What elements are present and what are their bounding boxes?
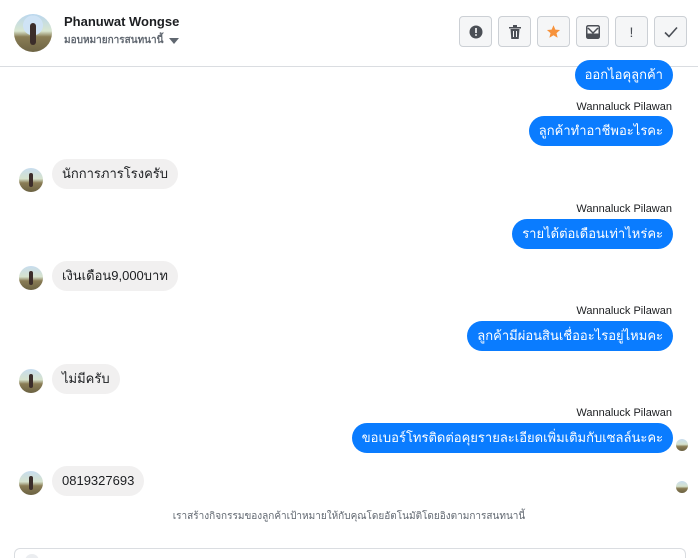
message-sender-name: Wannaluck Pilawan: [576, 407, 672, 419]
seen-avatar-icon: [676, 439, 688, 451]
seen-avatar-icon: [676, 481, 688, 493]
incoming-message[interactable]: เงินเดือน9,000บาท: [52, 261, 178, 291]
caret-down-icon: [169, 37, 180, 44]
conversation-header: Phanuwat Wongse มอบหมายการสนทนานี้ !: [0, 0, 698, 67]
outgoing-message[interactable]: ลูกค้ามีผ่อนสินเชื่ออะไรอยู่ไหมคะ: [467, 321, 673, 351]
contact-avatar: [19, 471, 43, 495]
archive-icon: [585, 24, 600, 39]
lead-activity-notice: เราสร้างกิจกรรมของลูกค้าเป้าหมายให้กับคุ…: [172, 511, 526, 522]
assign-conversation-dropdown[interactable]: มอบหมายการสนทนานี้: [64, 33, 180, 48]
contact-avatar[interactable]: [14, 14, 52, 52]
composer-avatar: [25, 554, 39, 558]
contact-avatar: [19, 168, 43, 192]
contact-name[interactable]: Phanuwat Wongse: [64, 14, 179, 29]
incoming-message[interactable]: ไม่มีครับ: [52, 364, 120, 394]
star-button[interactable]: [537, 16, 570, 47]
outgoing-message[interactable]: รายได้ต่อเดือนเท่าไหร่คะ: [512, 219, 673, 249]
contact-avatar: [19, 266, 43, 290]
exclamation-icon: !: [629, 23, 634, 40]
mark-done-button[interactable]: [654, 16, 687, 47]
incoming-message[interactable]: 0819327693: [52, 466, 145, 496]
spam-button[interactable]: [459, 16, 492, 47]
alert-circle-icon: [469, 25, 483, 39]
message-thread[interactable]: ออกไอคุลูกค้า Wannaluck Pilawan ลูกค้าทำ…: [0, 60, 698, 548]
incoming-message[interactable]: นักการภารโรงครับ: [52, 159, 179, 189]
mark-important-button[interactable]: !: [615, 16, 648, 47]
archive-button[interactable]: [576, 16, 609, 47]
message-sender-name: Wannaluck Pilawan: [576, 203, 672, 215]
outgoing-message[interactable]: ออกไอคุลูกค้า: [574, 60, 673, 90]
trash-icon: [508, 24, 521, 39]
contact-avatar: [19, 369, 43, 393]
star-icon: [546, 24, 561, 39]
outgoing-message[interactable]: ลูกค้าทำอาชีพอะไรคะ: [528, 116, 673, 146]
assign-conversation-label: มอบหมายการสนทนานี้: [64, 35, 164, 46]
delete-button[interactable]: [498, 16, 531, 47]
check-icon: [663, 26, 678, 38]
message-composer[interactable]: [14, 548, 686, 558]
message-sender-name: Wannaluck Pilawan: [576, 101, 672, 113]
outgoing-message[interactable]: ขอเบอร์โทรติดต่อคุยรายละเอียดเพิ่มเติมกั…: [351, 423, 673, 453]
conversation-toolbar: !: [459, 16, 687, 47]
message-sender-name: Wannaluck Pilawan: [576, 305, 672, 317]
